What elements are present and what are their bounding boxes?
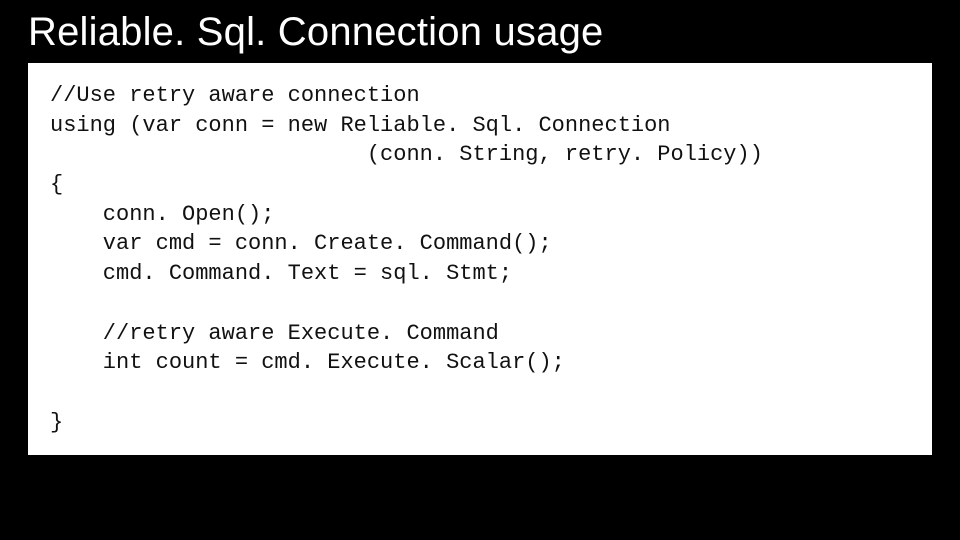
code-panel: //Use retry aware connection using (var … (28, 63, 932, 455)
slide-title: Reliable. Sql. Connection usage (28, 10, 932, 55)
code-block: //Use retry aware connection using (var … (50, 81, 910, 437)
slide: Reliable. Sql. Connection usage //Use re… (0, 0, 960, 540)
